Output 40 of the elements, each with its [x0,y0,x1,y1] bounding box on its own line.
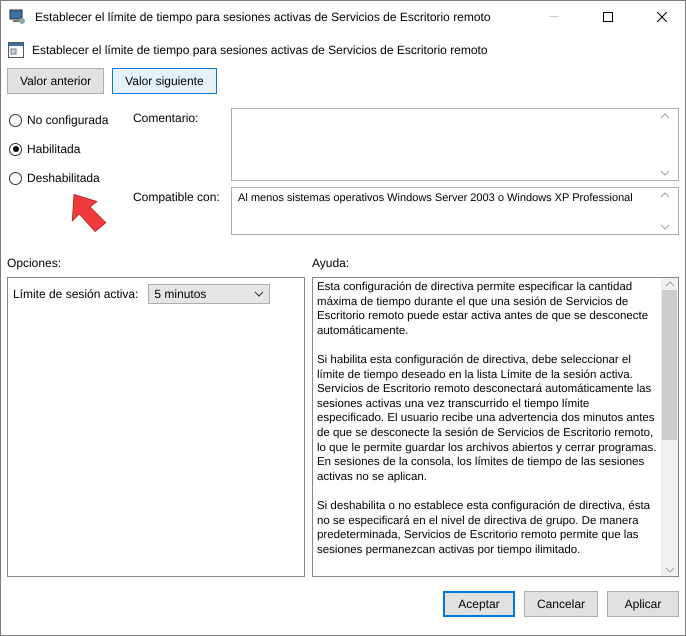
radio-button[interactable] [9,142,22,156]
radio-button[interactable] [9,172,22,184]
help-heading: Ayuda: [312,256,350,270]
dialog-button[interactable]: Aplicar [607,591,679,617]
dialog-button[interactable]: Cancelar [524,591,598,617]
scroll-up-icon[interactable] [664,281,674,287]
close-icon [657,12,667,22]
scrollbar[interactable] [661,278,678,576]
settings-window-icon [8,42,24,58]
minimize-icon [549,16,559,17]
comment-field[interactable] [231,108,679,181]
nav-button[interactable]: Valor siguiente [112,68,217,94]
radio-option[interactable]: No configurada [9,112,133,128]
scroll-up-icon[interactable] [660,192,670,198]
computer-icon [9,8,27,24]
dialog-button[interactable]: Aceptar [442,591,515,617]
radio-option[interactable]: Deshabilitada [9,170,133,186]
policy-title: Establecer el límite de tiempo para sesiones activas de Servicios de Escritorio remoto [32,43,488,57]
option-label: Límite de sesión activa: [13,286,138,301]
radio-label: No configurada [27,113,108,127]
radio-button[interactable] [9,114,22,126]
radio-label: Deshabilitada [27,171,100,185]
compatible-text: Al menos sistemas operativos Windows Server 2003 o Windows XP Professional [238,192,634,206]
scroll-down-icon[interactable] [660,170,670,176]
radio-label: Habilitada [27,142,80,156]
window-title: Establecer el límite de tiempo para sesiones activas de Servicios de Escritorio remoto [35,10,492,24]
duration-dropdown[interactable]: 5 minutos [148,284,270,304]
help-paragraph: Esta configuración de directiva permite especificar la cantidad máxima de tiempo durante el que una sesión de Servicios de Escritorio remoto puede estar activa antes de que se desconecte automáticamente. [317,280,650,338]
maximize-icon [603,12,613,22]
scroll-up-icon[interactable] [660,113,670,119]
radio-option[interactable]: Habilitada [9,141,133,157]
comment-label: Comentario: [133,110,200,127]
options-heading: Opciones: [7,256,62,270]
scroll-down-icon[interactable] [660,224,670,230]
compatible-label: Compatible con: [133,189,221,206]
help-paragraph: Si deshabilita o no establece esta configuración de directiva, ésta no se especificará en el nivel de directiva de grupo. De manera predeterminada, Servicios de Escritorio remoto permite que las sesiones permanezcan activas por tiempo ilimitado. [317,498,652,558]
nav-button[interactable]: Valor anterior [7,68,104,94]
help-paragraph: Si habilita esta configuración de directiva, debe seleccionar el límite de tiempo deseado en la lista Límite de la sesión activa. Servicios de Escritorio remoto desconectará automáticamente las sesiones activas una vez transcurrido el tiempo límite especificado. El usuario recibe una advertencia dos minutos antes de que se desconecte la sesión de Servicios de Escritorio remoto, lo que le permite guardar los archivos abiertos y cerrar programas. En sesiones de la consola, los límites de tiempo de las sesiones activas no se aplican. [317,352,657,484]
chevron-down-icon [254,291,264,297]
scroll-down-icon[interactable] [664,567,674,573]
